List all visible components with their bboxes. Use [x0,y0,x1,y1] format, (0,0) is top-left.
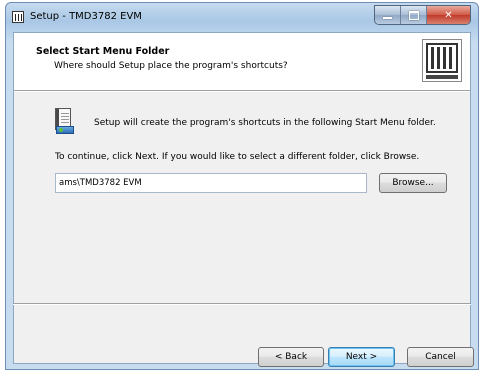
next-button[interactable]: Next > [328,347,395,367]
instruction-text: To continue, click Next. If you would li… [55,152,420,162]
start-menu-folder-input[interactable] [55,173,367,193]
page-title: Select Start Menu Folder [36,46,170,57]
close-button[interactable]: ✕ [427,6,470,24]
back-button[interactable]: < Back [258,347,324,367]
maximize-icon [408,10,419,20]
window-controls: ✕ [374,5,471,25]
window-title: Setup - TMD3782 EVM [30,11,142,22]
wizard-header: Select Start Menu Folder Where should Se… [14,33,470,91]
page-subtitle: Where should Setup place the program's s… [54,61,288,71]
close-icon: ✕ [444,9,453,21]
setup-app-icon [12,11,24,23]
title-bar[interactable]: Setup - TMD3782 EVM ✕ [6,3,478,32]
start-menu-folder-icon [55,108,77,134]
minimize-icon [383,17,392,19]
browse-button[interactable]: Browse... [379,173,447,193]
logo-bar [443,47,446,69]
logo-bar [437,47,440,69]
info-text: Setup will create the program's shortcut… [94,118,436,128]
footer-separator [13,303,471,305]
dialog-client-area: Select Start Menu Folder Where should Se… [13,32,474,367]
logo-bar [449,47,452,69]
logo-frame [426,43,458,73]
logo-base [426,75,458,79]
cancel-button[interactable]: Cancel [407,347,474,367]
minimize-button[interactable] [375,6,401,24]
wizard-logo-icon [422,39,462,82]
setup-window: Setup - TMD3782 EVM ✕ Select Start Menu … [5,2,479,370]
logo-bar [431,47,434,69]
maximize-button[interactable] [401,6,427,24]
